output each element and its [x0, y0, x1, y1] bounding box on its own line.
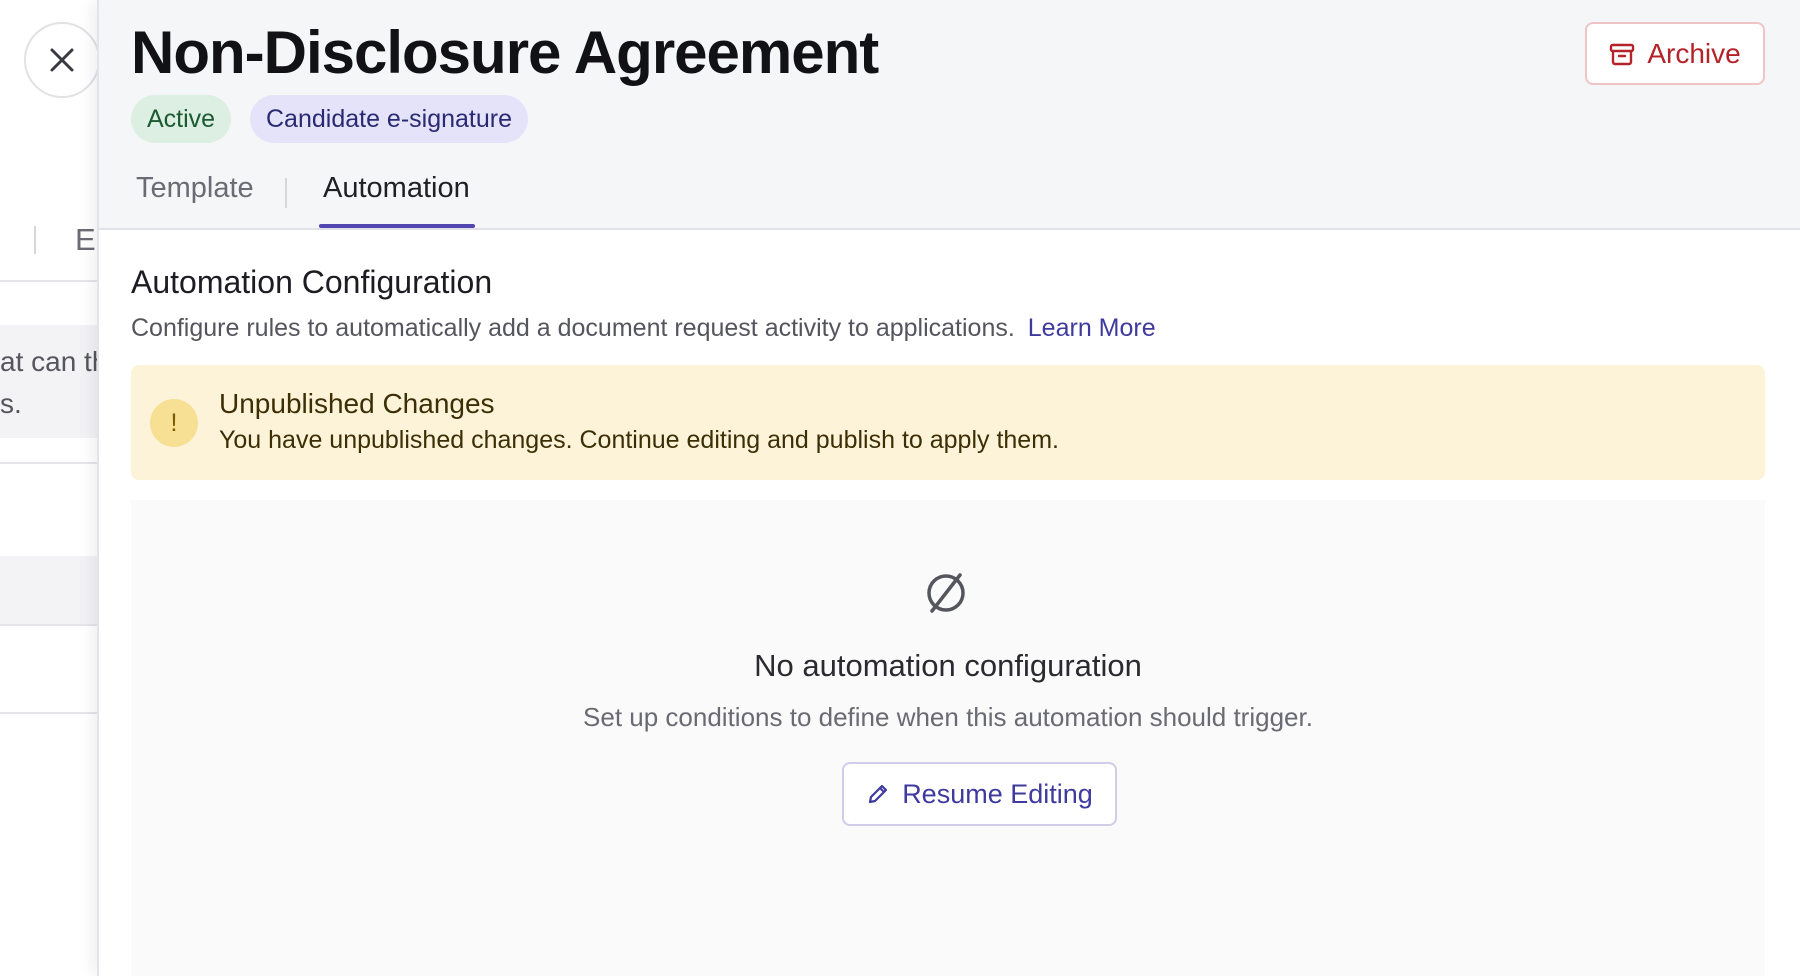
active-tab-indicator — [319, 224, 475, 228]
empty-state-title: No automation configuration — [754, 648, 1142, 683]
tab-automation[interactable]: Automation — [323, 172, 470, 205]
archive-button[interactable]: Archive — [1585, 22, 1765, 85]
drawer-header: Non-Disclosure Agreement Active Candidat… — [99, 0, 1800, 230]
status-badge: Active — [131, 95, 232, 143]
empty-state-description: Set up conditions to define when this au… — [583, 702, 1313, 732]
resume-editing-button[interactable]: Resume Editing — [842, 762, 1117, 826]
background-tab-divider — [34, 226, 36, 254]
archive-box-icon — [1610, 43, 1635, 65]
exclamation-icon: ! — [150, 399, 198, 447]
background-tab[interactable]: E — [75, 222, 96, 258]
pencil-icon — [869, 784, 888, 804]
close-icon — [50, 48, 74, 72]
page-title: Non-Disclosure Agreement — [131, 19, 879, 86]
section-title: Automation Configuration — [131, 264, 493, 300]
automation-panel: Automation Configuration Configure rules… — [99, 230, 1800, 976]
type-badge: Candidate e-signature — [250, 95, 528, 143]
background-divider — [0, 712, 100, 714]
close-drawer-button[interactable] — [24, 22, 100, 98]
background-card-text: s. — [0, 388, 22, 419]
background-divider — [0, 624, 100, 626]
alert-title: Unpublished Changes — [219, 388, 495, 419]
section-description-text: Configure rules to automatically add a d… — [131, 314, 1015, 342]
resume-editing-label: Resume Editing — [902, 778, 1093, 809]
background-card-text: at can th — [0, 346, 108, 377]
background-divider — [0, 280, 100, 282]
section-description: Configure rules to automatically add a d… — [131, 314, 1156, 343]
tab-template[interactable]: Template — [136, 172, 254, 205]
background-divider — [0, 462, 100, 464]
empty-state: No automation configuration Set up condi… — [131, 500, 1765, 976]
background-row[interactable] — [0, 556, 100, 624]
tab-divider — [285, 178, 287, 208]
unpublished-changes-alert: ! Unpublished Changes You have unpublish… — [131, 365, 1765, 480]
empty-set-icon — [927, 573, 965, 613]
archive-button-label: Archive — [1647, 37, 1741, 69]
document-drawer: Non-Disclosure Agreement Active Candidat… — [97, 0, 1800, 976]
learn-more-link[interactable]: Learn More — [1028, 314, 1156, 342]
background-info-card — [0, 325, 100, 438]
alert-message: You have unpublished changes. Continue e… — [219, 426, 1059, 454]
